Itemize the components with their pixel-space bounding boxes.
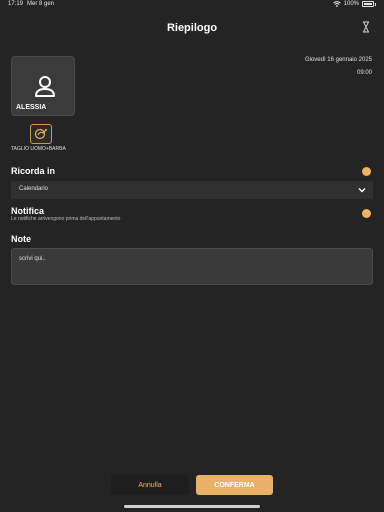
battery-tip-icon: [375, 2, 376, 6]
remind-label: Ricorda in: [11, 166, 56, 176]
person-icon: [35, 76, 55, 97]
barber-glyph-icon: [34, 128, 47, 140]
notify-label: Notifica: [11, 206, 45, 216]
calendar-select[interactable]: Calendario: [11, 181, 373, 199]
status-bar: 17:19 Mer 8 gen 100%: [0, 0, 384, 10]
confirm-button[interactable]: CONFERMA: [196, 475, 273, 495]
appointment-time: 09:00: [356, 70, 372, 76]
notify-toggle[interactable]: [362, 209, 371, 218]
notes-label: Note: [11, 234, 31, 244]
page-title: Riepilogo: [166, 22, 218, 34]
barber-icon: [30, 124, 52, 144]
status-time: 17:19: [8, 1, 24, 7]
home-indicator: [124, 505, 260, 508]
hourglass-icon[interactable]: [362, 21, 370, 33]
service-name: TAGLIO UOMO+BARBA: [11, 146, 66, 152]
status-date: Mer 8 gen: [27, 1, 55, 7]
staff-card[interactable]: ALESSIA: [11, 56, 75, 116]
calendar-select-value: Calendario: [19, 186, 49, 192]
battery-icon: [362, 1, 374, 7]
cancel-button[interactable]: Annulla: [111, 475, 189, 495]
staff-name: ALESSIA: [16, 104, 47, 111]
appointment-date: Giovedì 16 gennaio 2025: [304, 57, 372, 63]
notes-placeholder: scrivi qui..: [19, 256, 46, 262]
status-indicators: 100%: [332, 1, 376, 7]
wifi-icon: [332, 1, 341, 7]
notify-description: Le notifiche arrivengono prima dell'appu…: [11, 216, 121, 222]
battery-percent: 100%: [343, 1, 359, 7]
remind-toggle[interactable]: [362, 167, 371, 176]
chevron-down-icon: [358, 188, 366, 193]
notes-field[interactable]: scrivi qui..: [11, 248, 373, 285]
